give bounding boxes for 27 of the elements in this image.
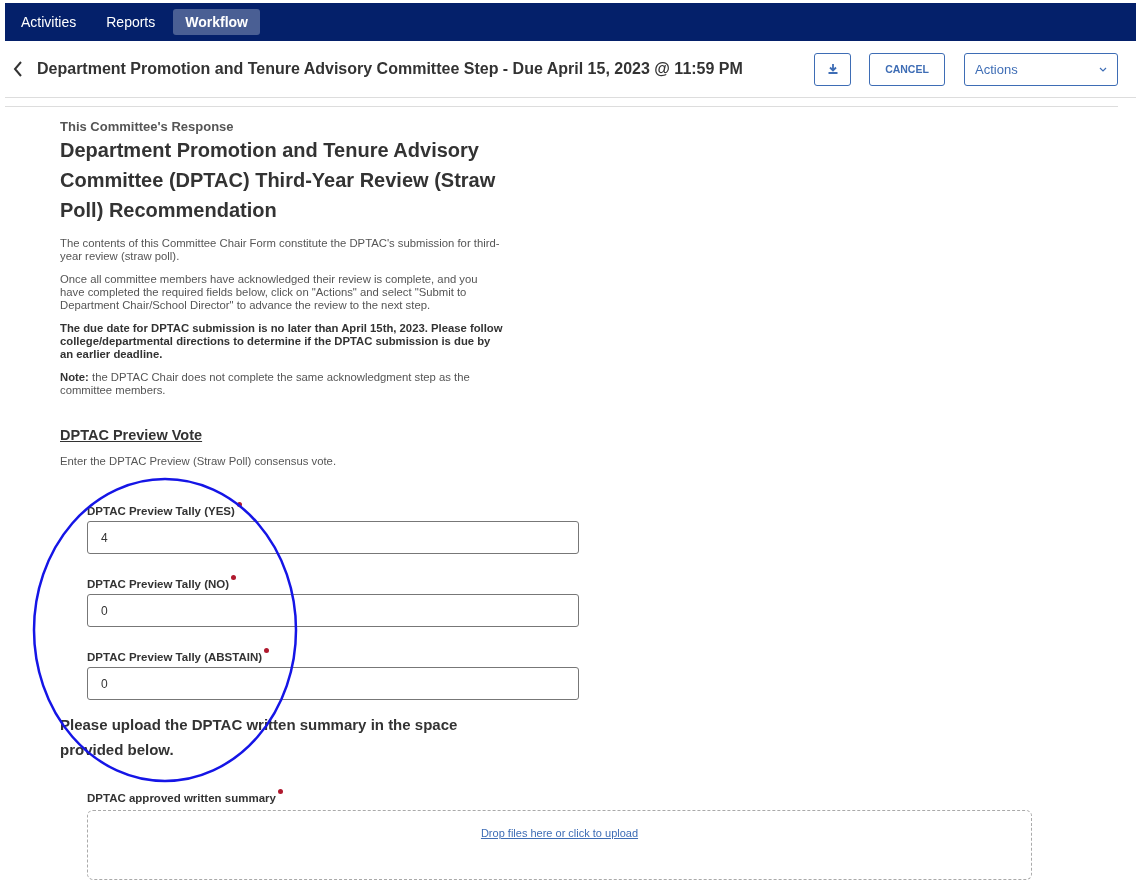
nav-tab[interactable]: Workflow <box>173 9 260 35</box>
paragraph: The due date for DPTAC submission is no later than April 15th, 2023. Please follow college/departmental directions to determine if the DPTAC submission is due by an earlier deadline. <box>60 322 504 361</box>
field-label: DPTAC Preview Tally (YES) <box>87 505 235 517</box>
input-field[interactable]: 0 <box>87 594 579 627</box>
actions-dropdown[interactable]: Actions <box>964 52 1118 86</box>
paragraph: Once all committee members have acknowledged their review is complete, and you have completed the required fields below, click on "Actions" and select "Submit to Department Chair/School Director" to advance the review to the next step. <box>60 273 479 312</box>
paragraph: Note: the DPTAC Chair does not complete the same acknowledgment step as the committee members. <box>60 371 471 397</box>
field-label: DPTAC approved written summary <box>87 792 276 804</box>
chevron-down-icon <box>1099 66 1107 72</box>
field-label: DPTAC Preview Tally (ABSTAIN) <box>87 651 263 663</box>
upload-link[interactable]: Drop files here or click to upload <box>480 827 639 841</box>
field-label: DPTAC Preview Tally (NO) <box>87 578 230 590</box>
paragraph: The contents of this Committee Chair Form constitute the DPTAC's submission for third-year review (straw poll). <box>60 237 501 263</box>
nav-tab[interactable]: Activities <box>9 9 89 35</box>
back-chevron-icon[interactable] <box>13 61 23 77</box>
section-label: This Committee's Response <box>60 120 235 133</box>
instructions: Enter the DPTAC Preview (Straw Poll) consensus vote. <box>60 455 338 467</box>
section-heading: DPTAC Preview Vote <box>60 427 203 443</box>
input-field[interactable]: 0 <box>87 667 579 700</box>
download-button[interactable] <box>814 52 851 86</box>
input-field[interactable]: 4 <box>87 521 579 554</box>
download-icon <box>827 64 838 74</box>
cancel-button[interactable]: CANCEL <box>869 52 945 86</box>
page-title: Department Promotion and Tenure Advisory Committee Step - Due April 15, 2023 @ 11:59 PM <box>37 60 744 78</box>
form-heading: Department Promotion and Tenure Advisory Committee (DPTAC) Third-Year Review (Straw Poll) Recommendation <box>60 138 497 223</box>
file-drop-zone[interactable]: Drop files here or click to upload <box>87 810 1032 880</box>
nav-tab[interactable]: Reports <box>94 9 168 35</box>
